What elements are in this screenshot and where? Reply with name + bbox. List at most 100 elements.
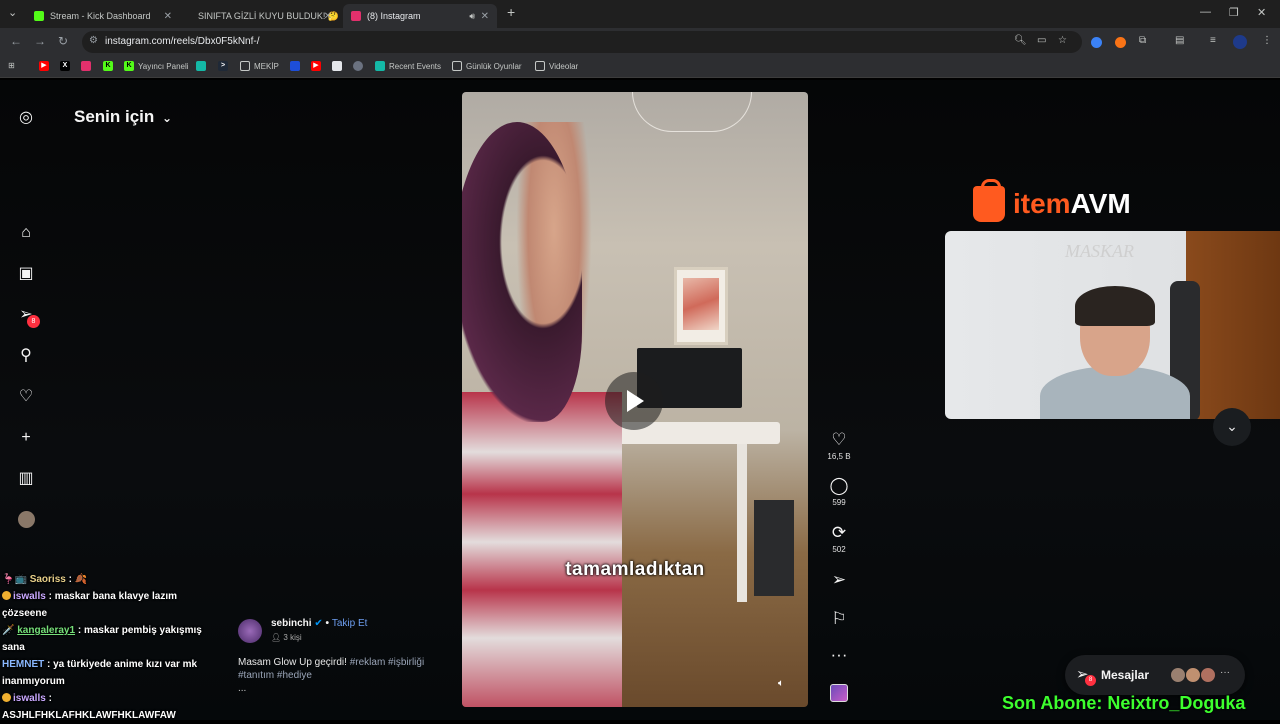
- side-panel-icon[interactable]: ▤: [1175, 35, 1184, 46]
- bookmarks-bar: ⊞ ▶ X K K Yayıncı Paneli > MEKİP ▶ Recent…: [0, 56, 1280, 78]
- extension-blue-icon[interactable]: [1091, 37, 1102, 48]
- menu-kebab-icon[interactable]: ⋮: [1262, 35, 1272, 46]
- restore-icon[interactable]: ❐: [1229, 6, 1239, 19]
- close-tab-icon[interactable]: ✕: [164, 11, 172, 22]
- url-text[interactable]: instagram.com/reels/Dbx0F5kNnf-/: [105, 36, 260, 47]
- bookmark-yayinci-paneli[interactable]: K Yayıncı Paneli: [124, 61, 189, 71]
- bookmark-star-icon[interactable]: ☆: [1058, 35, 1067, 46]
- new-tab-icon[interactable]: +: [507, 4, 515, 20]
- bookmark-recent-events[interactable]: Recent Events: [375, 61, 441, 71]
- share-icon: ➢: [831, 570, 847, 589]
- bookmark-chat[interactable]: [196, 61, 210, 71]
- reels-icon[interactable]: ▣: [17, 265, 35, 283]
- badge-icon: [2, 591, 11, 600]
- create-plus-icon[interactable]: +: [17, 429, 35, 447]
- address-toolbar: ← → ↻ ⚙ instagram.com/reels/Dbx0F5kNnf-/…: [0, 28, 1280, 56]
- share-button[interactable]: ➢: [826, 570, 852, 590]
- zoom-icon[interactable]: 🔍︎: [1014, 35, 1027, 46]
- extension-orange-icon[interactable]: [1115, 37, 1126, 48]
- image-icon: [332, 61, 342, 71]
- extensions-puzzle-icon[interactable]: ⧉: [1139, 35, 1146, 46]
- badge-icon: [2, 693, 11, 702]
- chat-message: 🦩📺 Saoriss : 🍂: [2, 574, 88, 585]
- reel-video[interactable]: tamamladıktan 🔈︎: [462, 92, 808, 707]
- repost-button[interactable]: ⟳ 502: [826, 523, 852, 554]
- bookmark-youtube[interactable]: ▶: [39, 61, 53, 71]
- verified-badge-icon: ✔: [314, 618, 323, 629]
- bookmark-icon: ⚐: [831, 609, 847, 628]
- instagram-icon: [351, 11, 361, 21]
- apps-grid-icon[interactable]: ⊞: [8, 61, 15, 70]
- chat-message: HEMNET : ya türkiyede anime kızı var mk …: [2, 659, 198, 687]
- profile-avatar[interactable]: [1233, 35, 1247, 49]
- bookmark-mekip[interactable]: MEKİP: [240, 61, 279, 71]
- minimize-icon[interactable]: —: [1200, 6, 1211, 18]
- forward-icon[interactable]: →: [34, 34, 46, 48]
- bookmark-videolar[interactable]: Videolar: [535, 61, 578, 71]
- messages-button[interactable]: ➢ 8 Mesajlar ···: [1065, 655, 1245, 695]
- bookmark-kick[interactable]: K: [103, 61, 117, 71]
- volume-icon[interactable]: 🔈︎: [778, 678, 784, 689]
- tab-youtube-video[interactable]: SINIFTA GİZLİ KUYU BULDUK! 🤔 ✕: [184, 4, 340, 28]
- back-icon[interactable]: ←: [10, 34, 22, 48]
- play-button[interactable]: [605, 372, 663, 430]
- repost-icon: ⟳: [831, 523, 847, 542]
- kick-icon: K: [103, 61, 113, 71]
- bookmark-blue[interactable]: [290, 61, 304, 71]
- bookmark-prompt[interactable]: >: [218, 61, 232, 71]
- chat-message: iswalls :: [2, 690, 217, 707]
- instagram-logo-icon[interactable]: ◎: [17, 109, 35, 127]
- tab-instagram[interactable]: (8) Instagram 🔊︎ ✕: [343, 4, 497, 28]
- heart-icon[interactable]: ♡: [17, 388, 35, 406]
- profile-avatar[interactable]: [18, 511, 35, 528]
- author-avatar[interactable]: [238, 619, 262, 643]
- tab-kick-dashboard[interactable]: Stream - Kick Dashboard ✕: [26, 4, 180, 28]
- bookmark-circle[interactable]: [353, 61, 367, 71]
- bookmark-x[interactable]: X: [60, 61, 74, 71]
- audio-thumbnail[interactable]: [830, 684, 848, 702]
- bookmark-instagram[interactable]: [81, 61, 95, 71]
- chat-message: ASJHLFHKLAFHKLAWFHKLAWFAW: [2, 710, 176, 721]
- youtube-icon: ▶: [39, 61, 49, 71]
- save-button[interactable]: ⚐: [826, 609, 852, 629]
- follow-button[interactable]: Takip Et: [332, 618, 368, 629]
- circle-icon: [353, 61, 363, 71]
- cast-icon[interactable]: ▭: [1037, 35, 1046, 46]
- bookmark-image[interactable]: [332, 61, 346, 71]
- author-name[interactable]: sebinchi: [271, 618, 312, 629]
- tab-bar: ⌄ Stream - Kick Dashboard ✕ SINIFTA GİZL…: [0, 0, 1280, 28]
- site-info-icon[interactable]: ⚙: [89, 35, 98, 46]
- next-reel-button[interactable]: ⌄: [1213, 408, 1251, 446]
- audience-icon: 👤︎: [271, 633, 282, 642]
- tab-search-icon[interactable]: ⌄: [8, 6, 17, 19]
- more-link[interactable]: ...: [238, 682, 448, 695]
- instagram-page: ◎ Senin için ⌄ ⌂ ▣ ➢ 8 ⚲ ♡ + ▥ tamamladı…: [0, 80, 1280, 721]
- close-tab-icon[interactable]: ✕: [481, 11, 489, 22]
- address-bar[interactable]: ⚙ instagram.com/reels/Dbx0F5kNnf-/ 🔍︎ ▭ …: [82, 31, 1082, 53]
- home-icon[interactable]: ⌂: [17, 224, 35, 242]
- x-icon: X: [60, 61, 70, 71]
- play-icon: [627, 390, 644, 412]
- dashboard-icon[interactable]: ▥: [17, 470, 35, 488]
- youtube-icon: ▶: [311, 61, 321, 71]
- more-dots-icon: ···: [1220, 667, 1230, 678]
- feed-selector[interactable]: Senin için ⌄: [74, 107, 172, 127]
- bookmark-gunluk-oyunlar[interactable]: Günlük Oyunlar: [452, 61, 522, 71]
- close-tab-icon[interactable]: ✕: [324, 11, 332, 22]
- reel-description: Masam Glow Up geçirdi! #reklam #işbirliğ…: [238, 656, 448, 695]
- streamelements-icon: [375, 61, 385, 71]
- contact-avatar: [1185, 667, 1201, 683]
- chat-message: iswalls : maskar bana klavye lazım çözse…: [2, 591, 178, 619]
- bookmark-youtube-2[interactable]: ▶: [311, 61, 325, 71]
- reload-icon[interactable]: ↻: [58, 34, 68, 48]
- audio-playing-icon[interactable]: 🔊︎: [469, 11, 475, 22]
- comment-button[interactable]: ◯ 599: [826, 476, 852, 507]
- video-caption: tamamladıktan: [565, 559, 705, 580]
- folder-icon: [240, 61, 250, 71]
- more-options-button[interactable]: ···: [826, 645, 852, 665]
- media-control-icon[interactable]: ≡: [1210, 35, 1216, 46]
- comment-icon: ◯: [829, 476, 849, 495]
- search-icon[interactable]: ⚲: [17, 347, 35, 365]
- like-button[interactable]: ♡ 16,5 B: [826, 430, 852, 461]
- close-window-icon[interactable]: ✕: [1257, 6, 1266, 19]
